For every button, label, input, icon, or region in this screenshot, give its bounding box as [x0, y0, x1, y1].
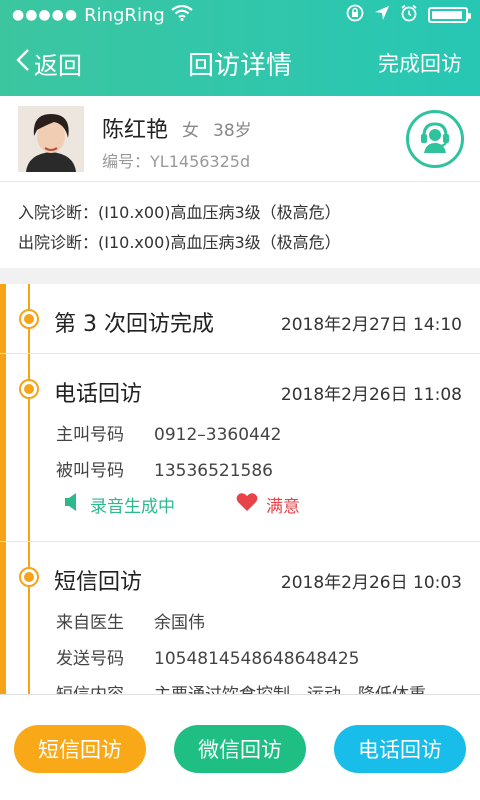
discharge-diagnosis-value: (I10.x00)高血压病3级（极高危） — [98, 233, 341, 252]
field-label: 主叫号码 — [56, 425, 124, 445]
discharge-diagnosis: 出院诊断：(I10.x00)高血压病3级（极高危） — [18, 228, 462, 258]
patient-age: 38岁 — [213, 121, 252, 141]
patient-meta: 女 38岁 — [182, 116, 252, 141]
field-value: 13536521586 — [154, 461, 273, 481]
chevron-left-icon — [16, 48, 30, 78]
admission-diagnosis: 入院诊断：(I10.x00)高血压病3级（极高危） — [18, 198, 462, 228]
sender-doctor-field: 来自医生 余国伟 — [56, 608, 205, 633]
customer-service-button[interactable] — [406, 110, 464, 168]
timeline-dot-icon — [19, 567, 39, 587]
bottom-action-bar: 短信回访 微信回访 电话回访 — [0, 694, 480, 800]
timeline-item-phone: 电话回访 2018年2月26日 11:08 主叫号码 0912–3360442 被… — [0, 354, 480, 542]
wifi-icon — [171, 4, 193, 26]
patient-id-label: 编号： — [102, 152, 151, 171]
speaker-icon — [64, 492, 80, 517]
caller-number-field: 主叫号码 0912–3360442 — [56, 420, 281, 445]
wechat-followup-button[interactable]: 微信回访 — [174, 725, 306, 773]
timeline-dot-icon — [19, 309, 39, 329]
battery-level — [432, 11, 463, 19]
customer-service-icon — [418, 120, 452, 158]
field-value: 1054814548648648425 — [154, 649, 360, 669]
field-label: 发送号码 — [56, 649, 124, 669]
signal-strength-icon: ●●●●● — [12, 7, 79, 23]
followup-timeline[interactable]: 第 3 次回访完成 2018年2月27日 14:10 电话回访 2018年2月2… — [0, 284, 480, 694]
back-button[interactable]: 返回 — [16, 46, 82, 81]
patient-gender: 女 — [182, 121, 199, 141]
sender-number-field: 发送号码 1054814548648648425 — [56, 644, 360, 669]
field-value: 主要通过饮食控制、运动、降低体重 — [154, 685, 426, 694]
timeline-dot-icon — [19, 379, 39, 399]
rotation-lock-icon — [346, 4, 364, 27]
field-label: 来自医生 — [56, 613, 124, 633]
recording-status-label: 录音生成中 — [90, 497, 175, 517]
battery-icon — [428, 7, 471, 23]
alarm-icon — [400, 4, 418, 27]
avatar — [18, 106, 84, 172]
sms-followup-button[interactable]: 短信回访 — [14, 725, 146, 773]
timeline-item-sms: 短信回访 2018年2月26日 10:03 来自医生 余国伟 发送号码 105481… — [0, 542, 480, 694]
satisfaction-badge: 满意 — [236, 492, 300, 517]
field-value: 余国伟 — [154, 613, 205, 633]
app-header: ●●●●● RingRing 返回 回访详情 完成回访 — [0, 0, 480, 96]
timeline-item-time: 2018年2月26日 11:08 — [280, 385, 462, 405]
back-label: 返回 — [34, 51, 82, 80]
timeline-item-title: 短信回访 — [54, 570, 143, 595]
callee-number-field: 被叫号码 13536521586 — [56, 456, 273, 481]
discharge-diagnosis-label: 出院诊断： — [18, 233, 99, 252]
heart-icon — [236, 492, 258, 517]
satisfaction-label: 满意 — [266, 497, 300, 517]
patient-id: 编号：YL1456325d — [102, 148, 250, 172]
diagnosis-card: 入院诊断：(I10.x00)高血压病3级（极高危） 出院诊断：(I10.x00)… — [0, 182, 480, 268]
carrier-name: RingRing — [84, 4, 165, 26]
sms-content-field: 短信内容主要通过饮食控制、运动、降低体重 — [56, 680, 426, 694]
location-arrow-icon — [374, 5, 390, 26]
complete-followup-button[interactable]: 完成回访 — [378, 48, 462, 78]
patient-id-value: YL1456325d — [150, 152, 251, 171]
nav-bar: 返回 回访详情 完成回访 — [0, 30, 480, 96]
status-bar: ●●●●● RingRing — [0, 0, 480, 30]
timeline-item-time: 2018年2月27日 14:10 — [280, 315, 462, 335]
admission-diagnosis-value: (I10.x00)高血压病3级（极高危） — [98, 203, 341, 222]
phone-followup-button[interactable]: 电话回访 — [334, 725, 466, 773]
field-label: 短信内容 — [56, 680, 154, 694]
timeline-item-title: 第 3 次回访完成 — [54, 312, 214, 337]
recording-status[interactable]: 录音生成中 — [64, 492, 175, 517]
field-label: 被叫号码 — [56, 461, 124, 481]
timeline-item-title: 电话回访 — [54, 382, 143, 407]
timeline-item-time: 2018年2月26日 10:03 — [280, 573, 462, 593]
admission-diagnosis-label: 入院诊断： — [18, 203, 99, 222]
timeline-item-completed: 第 3 次回访完成 2018年2月27日 14:10 — [0, 284, 480, 354]
patient-name: 陈红艳 — [102, 118, 169, 143]
field-value: 0912–3360442 — [154, 425, 282, 445]
patient-card: 陈红艳 女 38岁 编号：YL1456325d — [0, 96, 480, 182]
